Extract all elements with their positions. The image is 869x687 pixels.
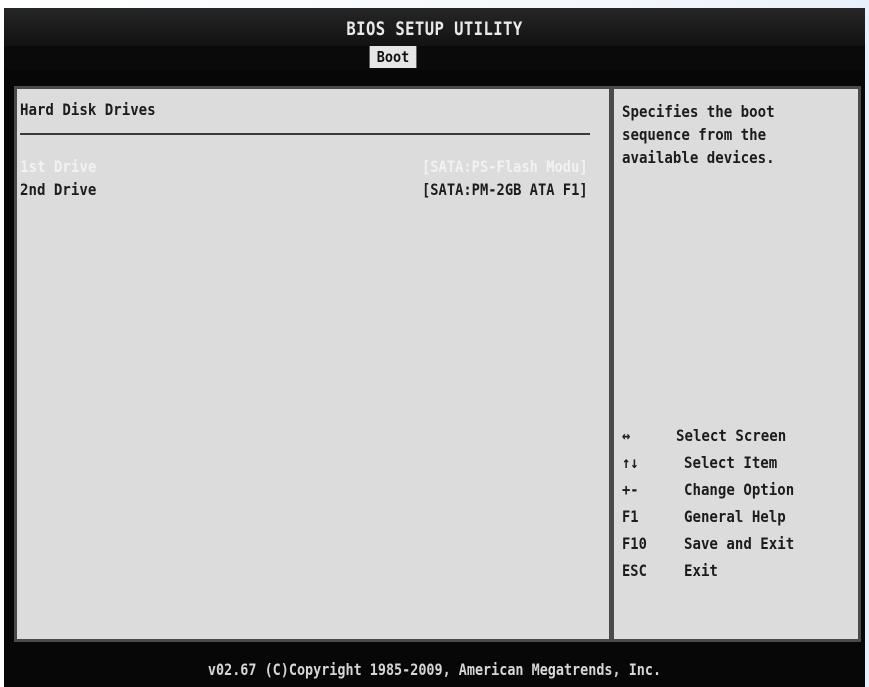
drive-label: 2nd Drive — [20, 180, 97, 199]
key-row-change-option: +- Change Option — [622, 480, 852, 507]
key-row-select-item: ↑↓ Select Item — [622, 453, 852, 480]
tab-strip — [4, 46, 865, 68]
key-description: Change Option — [684, 480, 795, 499]
help-line: sequence from the — [622, 125, 767, 144]
key-description: Select Item — [684, 453, 778, 472]
help-description: Specifies the boot sequence from the ava… — [622, 100, 852, 169]
boot-drive-row-1[interactable]: 1st Drive [SATA:PS-Flash Modu] — [20, 157, 590, 179]
key-code: +- — [622, 480, 639, 499]
key-code: ESC — [622, 561, 647, 580]
help-line: available devices. — [622, 148, 775, 167]
key-row-general-help: F1 General Help — [622, 507, 852, 534]
tab-boot[interactable]: Boot — [369, 46, 417, 68]
key-description: Save and Exit — [684, 534, 795, 553]
up-down-arrow-icon: ↑↓ — [622, 453, 639, 472]
key-code: F1 — [622, 507, 639, 526]
key-code: F10 — [622, 534, 647, 553]
key-row-select-screen: ↔ Select Screen — [622, 426, 852, 453]
key-description: Select Screen — [676, 426, 787, 445]
key-row-exit: ESC Exit — [622, 561, 852, 588]
drive-label: 1st Drive — [20, 157, 97, 176]
help-line: Specifies the boot — [622, 102, 775, 121]
drive-value[interactable]: [SATA:PM-2GB ATA F1] — [422, 180, 588, 199]
boot-drive-row-2[interactable]: 2nd Drive [SATA:PM-2GB ATA F1] — [20, 180, 590, 202]
window-title: BIOS SETUP UTILITY — [346, 18, 523, 40]
key-legend: ↔ Select Screen ↑↓ Select Item +- Change… — [622, 426, 852, 588]
drive-value[interactable]: [SATA:PS-Flash Modu] — [422, 157, 588, 176]
key-description: Exit — [684, 561, 718, 580]
key-row-save-exit: F10 Save and Exit — [622, 534, 852, 561]
copyright-footer: v02.67 (C)Copyright 1985-2009, American … — [207, 660, 662, 679]
section-divider — [20, 133, 590, 135]
section-title: Hard Disk Drives — [20, 100, 156, 119]
left-right-arrow-icon: ↔ — [622, 426, 631, 445]
key-description: General Help — [684, 507, 786, 526]
